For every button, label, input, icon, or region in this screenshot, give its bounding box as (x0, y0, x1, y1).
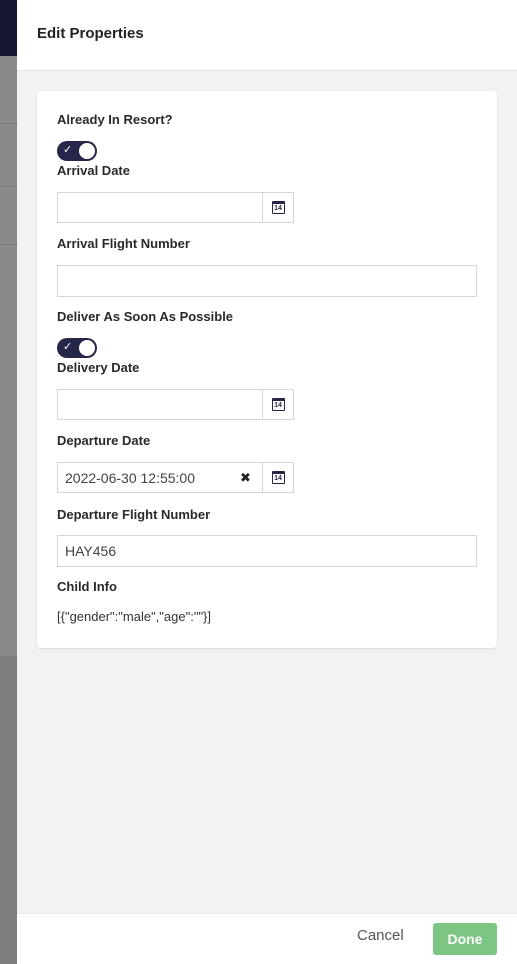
deliver-asap-label: Deliver As Soon As Possible (57, 309, 234, 324)
delivery-date-input[interactable]: 14 (57, 389, 294, 420)
calendar-icon: 14 (272, 471, 285, 484)
departure-flight-number-input[interactable]: HAY456 (57, 535, 477, 567)
background-divider (0, 186, 17, 187)
background-divider (0, 244, 17, 245)
clear-icon[interactable]: ✖ (240, 470, 251, 486)
check-icon: ✓ (63, 144, 73, 156)
check-icon: ✓ (63, 341, 73, 353)
departure-date-calendar-button[interactable]: 14 (262, 463, 293, 492)
child-info-value: [{"gender":"male","age":""}] (57, 609, 212, 624)
deliver-asap-toggle[interactable]: ✓ (57, 338, 97, 358)
departure-flight-number-value: HAY456 (65, 543, 117, 559)
background-topbar (0, 0, 17, 56)
delivery-date-calendar-button[interactable]: 14 (262, 390, 293, 419)
arrival-date-input[interactable]: 14 (57, 192, 294, 223)
drawer-title: Edit Properties (37, 25, 144, 42)
departure-date-label: Departure Date (57, 433, 151, 448)
departure-date-input[interactable]: 2022-06-30 12:55:00 ✖ 14 (57, 462, 294, 493)
already-in-resort-toggle[interactable]: ✓ (57, 141, 97, 161)
toggle-knob (79, 340, 95, 356)
background-divider (0, 123, 17, 124)
calendar-icon: 14 (272, 398, 285, 411)
arrival-date-calendar-button[interactable]: 14 (262, 193, 293, 222)
delivery-date-label: Delivery Date (57, 360, 140, 375)
drawer-footer: Cancel Done (17, 913, 517, 964)
already-in-resort-label: Already In Resort? (57, 112, 173, 127)
done-button[interactable]: Done (433, 923, 497, 955)
arrival-flight-number-input[interactable] (57, 265, 477, 297)
drawer-header: Edit Properties (17, 0, 517, 71)
cancel-button[interactable]: Cancel (357, 927, 404, 944)
background-page (0, 0, 17, 964)
departure-flight-number-label: Departure Flight Number (57, 507, 211, 522)
arrival-date-label: Arrival Date (57, 163, 130, 178)
edit-properties-drawer: Edit Properties Already In Resort? ✓ Arr… (17, 0, 517, 964)
properties-card: Already In Resort? ✓ Arrival Date 14 Arr… (37, 91, 497, 648)
background-panel (0, 56, 17, 656)
calendar-icon: 14 (272, 201, 285, 214)
arrival-flight-number-label: Arrival Flight Number (57, 236, 190, 251)
departure-date-value: 2022-06-30 12:55:00 (65, 470, 195, 486)
child-info-label: Child Info (57, 579, 117, 594)
toggle-knob (79, 143, 95, 159)
